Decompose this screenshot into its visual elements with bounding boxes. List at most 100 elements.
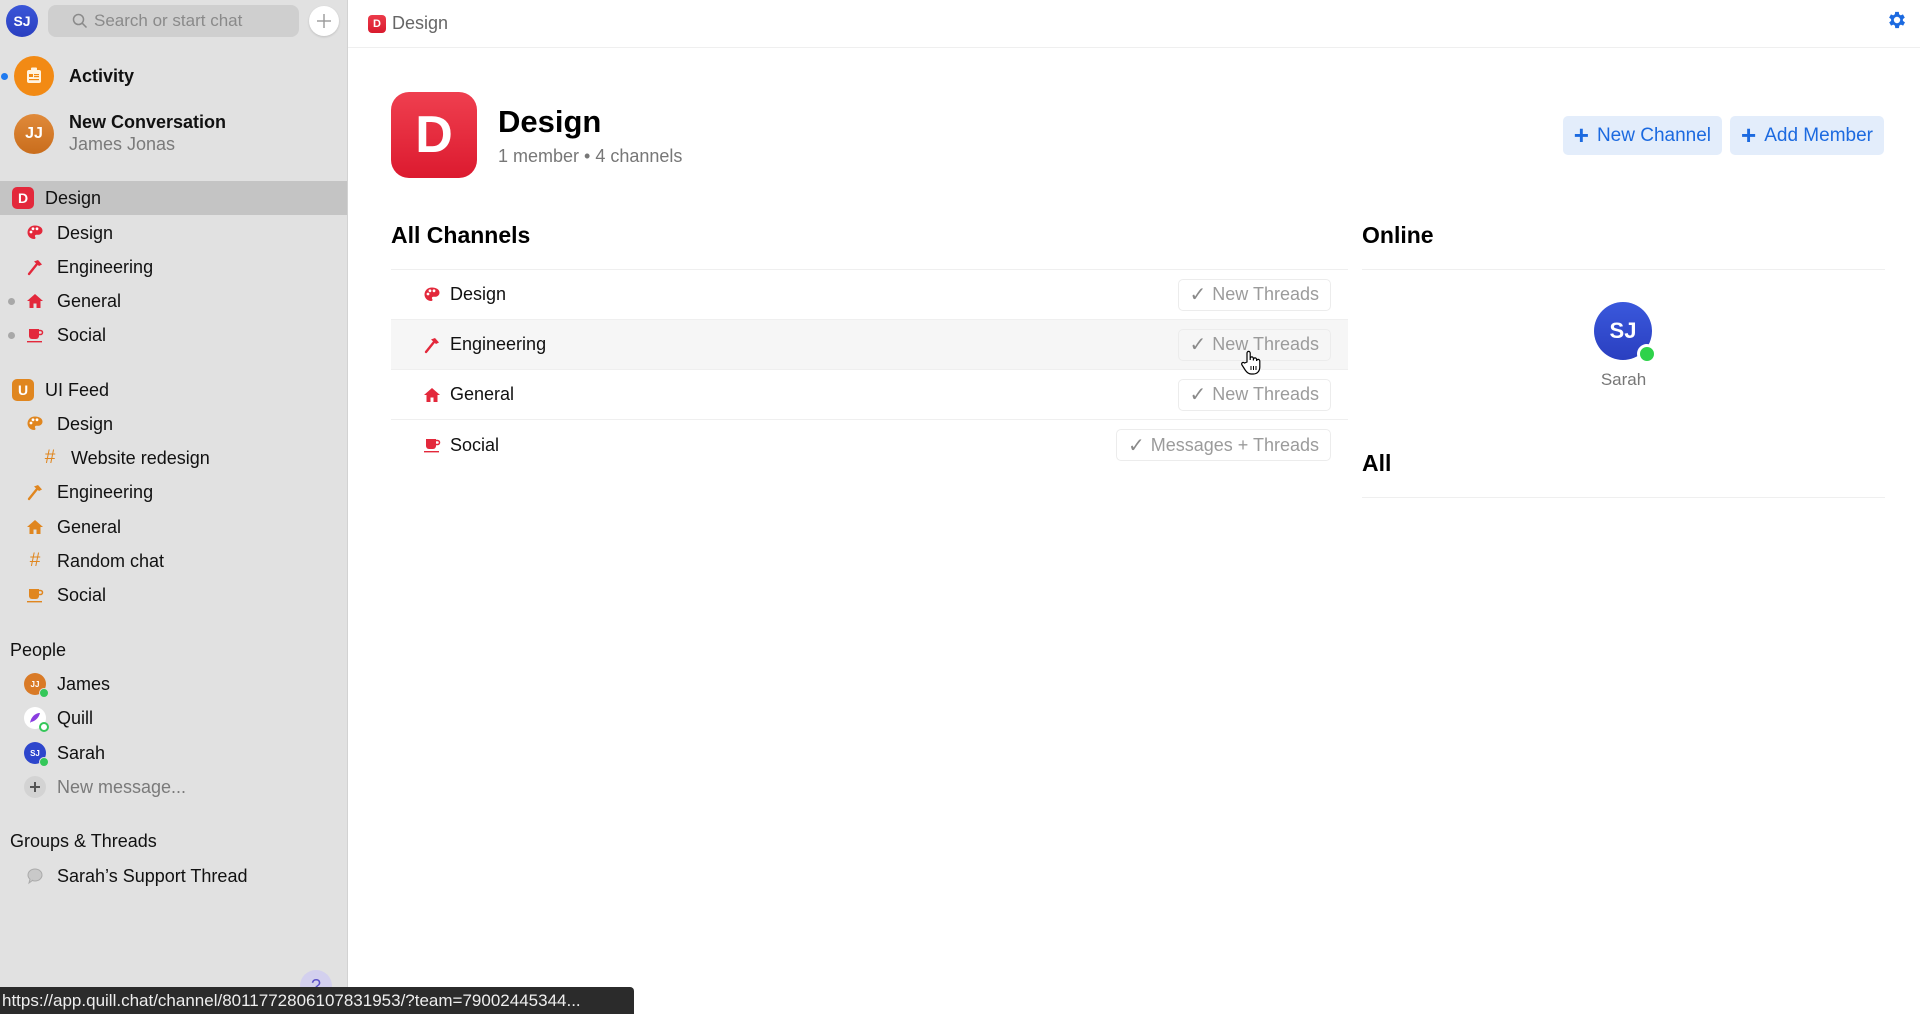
palette-icon: [422, 285, 442, 305]
unread-indicator: [8, 297, 15, 305]
sidebar-channel-general[interactable]: General: [0, 510, 347, 544]
add-member-button[interactable]: + Add Member: [1730, 116, 1884, 155]
channel-label: Social: [57, 584, 107, 605]
sidebar-channel-engineering[interactable]: Engineering: [0, 475, 347, 509]
groups-section-header: Groups & Threads: [0, 824, 347, 858]
sidebar-channel-design[interactable]: Design: [0, 216, 347, 250]
breadcrumb[interactable]: Design: [392, 13, 448, 34]
channel-label: Engineering: [57, 256, 154, 277]
team-label: Design: [45, 187, 102, 208]
checkmark-icon: ✓: [1189, 384, 1207, 406]
checkmark-icon: ✓: [1189, 284, 1207, 306]
avatar: JJ: [24, 673, 49, 698]
notification-label: New Threads: [1212, 284, 1319, 304]
app-window: SJ Search or start chat Activity JJ New …: [0, 0, 1920, 1014]
avatar: [24, 707, 49, 732]
sidebar-team-ui-feed[interactable]: U UI Feed: [0, 373, 347, 407]
sidebar-item-new-conversation[interactable]: JJ New Conversation James Jonas: [0, 112, 347, 156]
sidebar-header: SJ Search or start chat: [0, 0, 347, 42]
sidebar-channel-engineering[interactable]: Engineering: [0, 250, 347, 284]
hash-icon: #: [29, 550, 41, 571]
sidebar-thread-item[interactable]: Sarah’s Support Thread: [0, 859, 347, 893]
house-icon: [25, 291, 45, 311]
team-badge: U: [12, 379, 34, 401]
channel-name: General: [450, 384, 515, 404]
avatar-initials: SJ: [1609, 318, 1637, 343]
sidebar-channel-random-chat[interactable]: # Random chat: [0, 544, 347, 578]
gear-icon[interactable]: [1886, 9, 1908, 31]
coffee-cup-icon: [25, 325, 45, 345]
online-indicator: [39, 688, 49, 698]
page-title: Design: [498, 103, 602, 139]
sidebar-channel-website-redesign[interactable]: # Website redesign: [0, 441, 347, 475]
all-members-title: All: [1362, 450, 1885, 498]
members-section: Online SJ Sarah All: [1362, 222, 1885, 498]
avatar: SJ: [24, 742, 49, 767]
sidebar-person-quill[interactable]: Quill: [0, 701, 347, 735]
channel-name: Design: [450, 284, 507, 304]
sidebar-channel-general[interactable]: General: [0, 284, 347, 318]
plus-icon: +: [1573, 119, 1589, 150]
search-icon: [72, 13, 88, 29]
avatar-initials: JJ: [30, 679, 40, 689]
channel-row[interactable]: Design ✓ New Threads: [391, 270, 1348, 320]
plus-icon: [24, 776, 46, 798]
channel-row[interactable]: Engineering ✓ New Threads: [391, 320, 1348, 370]
main-content: D Design D Design 1 member • 4 channels …: [348, 0, 1920, 1014]
hammer-icon: [422, 335, 442, 355]
new-channel-button[interactable]: + New Channel: [1562, 116, 1723, 155]
online-indicator: [1637, 344, 1657, 364]
notification-setting-button[interactable]: ✓ New Threads: [1177, 278, 1331, 311]
notification-label: New Threads: [1212, 384, 1319, 404]
search-input[interactable]: Search or start chat: [48, 5, 299, 37]
speech-bubble-icon: [25, 866, 45, 886]
checkmark-icon: ✓: [1127, 434, 1145, 457]
channel-label: Engineering: [57, 481, 154, 502]
avatar-initials: SJ: [30, 748, 40, 758]
team-header: D Design 1 member • 4 channels: [391, 92, 682, 178]
my-avatar[interactable]: SJ: [6, 5, 38, 37]
channel-label: Random chat: [57, 550, 165, 571]
sidebar-item-activity[interactable]: Activity: [0, 56, 347, 96]
unread-indicator: [8, 331, 15, 339]
palette-icon: [25, 223, 45, 243]
unread-indicator: [1, 72, 8, 80]
channel-row[interactable]: General ✓ New Threads: [391, 370, 1348, 420]
channel-label: Design: [57, 413, 114, 434]
channel-label: General: [57, 290, 122, 311]
conversation-title: New Conversation: [69, 112, 227, 132]
hand-cursor-icon: [1241, 350, 1261, 375]
team-badge: D: [12, 187, 34, 209]
online-member[interactable]: SJ Sarah: [1362, 270, 1885, 410]
new-chat-button[interactable]: [309, 6, 339, 36]
person-name: Quill: [57, 707, 94, 728]
all-channels-section: All Channels Design ✓ New Threads Enginee…: [391, 222, 1348, 470]
channel-label: Design: [57, 222, 114, 243]
new-message-button[interactable]: New message...: [0, 770, 347, 804]
avatar[interactable]: SJ: [1594, 302, 1657, 364]
avatar: JJ: [14, 114, 54, 154]
member-name: Sarah: [1600, 370, 1647, 389]
coffee-cup-icon: [422, 435, 442, 455]
groups-title: Groups & Threads: [10, 830, 157, 851]
channel-label: General: [57, 516, 122, 537]
new-message-label: New message...: [57, 776, 187, 797]
sidebar-channel-social[interactable]: Social: [0, 578, 347, 612]
button-label: Add Member: [1764, 124, 1873, 146]
team-logo: D: [391, 92, 477, 178]
sidebar-person-james[interactable]: JJ James: [0, 667, 347, 701]
channel-row[interactable]: Social ✓ Messages + Threads: [391, 420, 1348, 470]
people-title: People: [10, 639, 67, 660]
notification-setting-button[interactable]: ✓ New Threads: [1177, 378, 1331, 411]
house-icon: [422, 385, 442, 405]
sidebar-person-sarah[interactable]: SJ Sarah: [0, 736, 347, 770]
sidebar-channel-social[interactable]: Social: [0, 318, 347, 352]
notification-setting-button[interactable]: ✓ Messages + Threads: [1115, 429, 1331, 461]
section-title: All Channels: [391, 222, 1348, 270]
coffee-cup-icon: [25, 585, 45, 605]
sidebar-channel-design[interactable]: Design: [0, 407, 347, 441]
team-actions: + New Channel + Add Member: [1562, 116, 1884, 155]
sidebar-team-design[interactable]: D Design: [0, 181, 347, 215]
channel-name: Engineering: [450, 334, 547, 354]
hammer-icon: [25, 257, 45, 277]
